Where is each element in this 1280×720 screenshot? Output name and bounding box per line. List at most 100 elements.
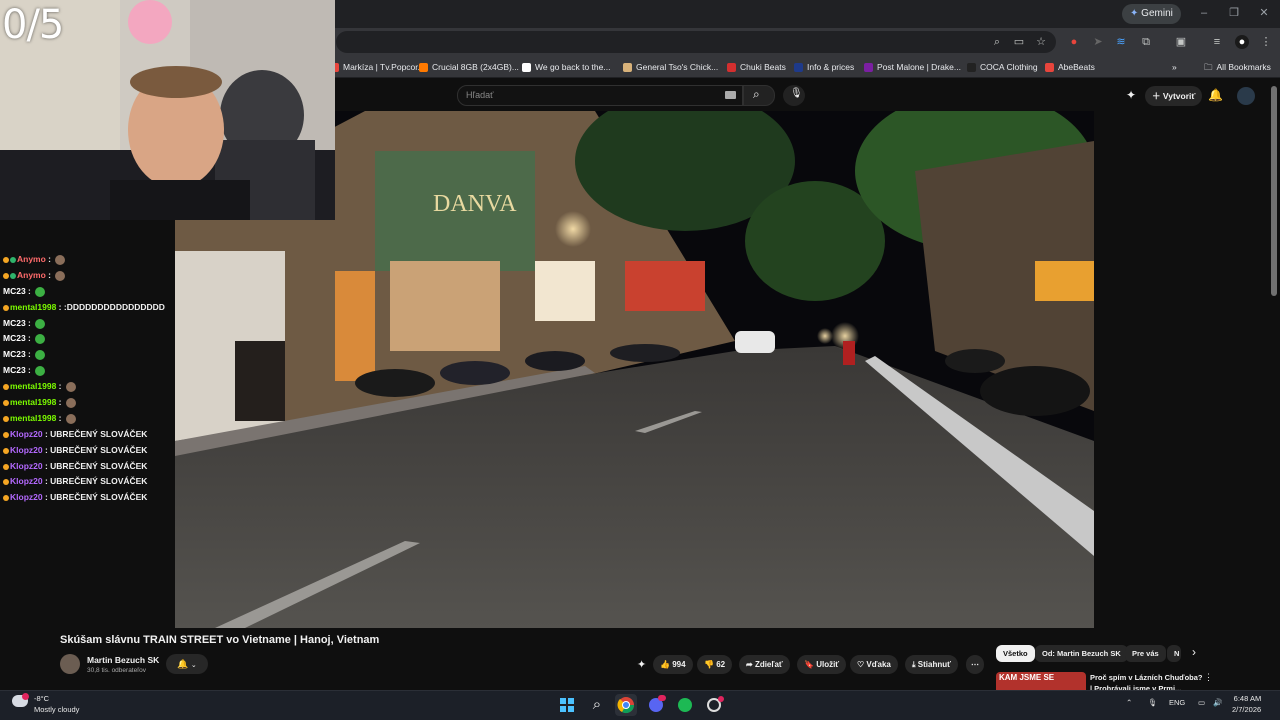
gemini-sparkle-icon[interactable]: ✦ [1126,88,1136,102]
taskbar-clock[interactable]: 6:48 AM 2/7/2026 [1232,693,1261,715]
zoom-icon[interactable]: ⌕ [990,35,1004,49]
bookmark-star-icon[interactable]: ☆ [1034,35,1048,49]
chat-username[interactable]: Klopz20 [10,490,43,506]
voice-search-button[interactable]: 🎙 [783,85,805,106]
download-button[interactable]: ⤓ Stiahnuť [905,655,958,674]
clock-date: 2/7/2026 [1232,705,1262,714]
chat-username[interactable]: MC23 [3,347,26,363]
menu-kebab-icon[interactable]: ⋮ [1259,35,1273,49]
chat-username[interactable]: Klopz20 [10,427,43,443]
sparkle-ask-icon[interactable]: ✦ [637,658,646,671]
profile-avatar-icon[interactable]: ● [1235,35,1249,49]
cast-icon[interactable]: ▭ [1012,35,1026,49]
chat-username[interactable]: Anymo [17,268,46,284]
minimize-icon[interactable]: – [1197,6,1211,20]
reading-list-icon[interactable]: ≡ [1210,35,1224,49]
chat-separator: : [56,301,64,312]
bookmark-item[interactable]: General Tso's Chick... [623,59,718,75]
bookmark-item[interactable]: Chuki Beats [727,59,786,75]
extension-red-icon[interactable]: ● [1067,35,1081,49]
chat-separator: : [45,254,54,264]
sidepanel-icon[interactable]: ▣ [1174,35,1188,49]
chat-username[interactable]: Klopz20 [10,459,43,475]
chat-username[interactable]: mental1998 [10,395,56,411]
bookmark-item[interactable]: Markíza | Tv.Popcor... [330,59,425,75]
address-bar[interactable] [336,31,1056,53]
channel-avatar[interactable] [60,654,80,674]
chat-text: UBREČENÝ SLOVÁČEK [50,476,148,487]
discord-taskbar-icon[interactable] [645,694,667,716]
chat-username[interactable]: mental1998 [10,411,56,427]
account-avatar[interactable] [1237,87,1255,105]
more-horizontal-icon: ⋯ [971,660,979,669]
bookmark-label: Info & prices [807,62,855,72]
chat-separator: : [45,269,54,280]
all-bookmarks-button[interactable]: 🗀 All Bookmarks [1204,59,1271,75]
bookmark-label: Markíza | Tv.Popcor... [343,62,425,72]
chip-from-channel[interactable]: Od: Martin Bezuch SK [1035,645,1128,662]
close-icon[interactable]: ✕ [1257,6,1271,20]
recommended-video-title[interactable]: Proč spím v Lázních Chuďoba? | Prohrával… [1090,672,1205,690]
challenge-counter: 0/5 [2,2,64,48]
bookmark-item[interactable]: We go back to the... [522,59,610,75]
chat-username[interactable]: Anymo [17,252,46,268]
recommended-more-icon[interactable]: ⋮ [1204,672,1213,683]
keyboard-icon[interactable] [725,91,736,99]
chip-all[interactable]: Všetko [996,645,1035,662]
create-button[interactable]: ＋ Vytvoriť [1145,86,1203,106]
extension-gray-icon[interactable]: ➤ [1091,35,1105,49]
chat-username[interactable]: mental1998 [10,379,56,395]
bookmark-item[interactable]: AbeBeats [1045,59,1095,75]
bookmark-item[interactable]: Post Malone | Drake... [864,59,961,75]
bookmark-item[interactable]: COCA Clothing [967,59,1038,75]
notifications-bell-icon[interactable]: 🔔 [1208,88,1223,102]
tray-overflow-icon[interactable]: ⌃ [1126,698,1132,707]
bookmark-item[interactable]: Crucial 8GB (2x4GB)... [419,59,519,75]
chat-username[interactable]: MC23 [3,331,26,347]
youtube-search-button[interactable]: ⌕ [743,85,775,106]
chips-next-chevron-icon[interactable]: › [1192,645,1196,659]
search-taskbar-icon[interactable]: ⌕ [586,694,608,716]
youtube-search-input[interactable]: Hľadať [457,85,743,106]
gemini-button[interactable]: ✦ Gemini [1122,4,1181,24]
page-scrollbar[interactable] [1271,86,1277,296]
language-indicator[interactable]: ENG [1169,698,1185,707]
chat-message: MC23 : [0,347,175,363]
weather-temp: -8°C [34,694,50,703]
extensions-puzzle-icon[interactable]: ⧉ [1139,35,1153,49]
all-bookmarks-label: All Bookmarks [1216,62,1271,72]
chat-message: Klopz20 : UBREČENÝ SLOVÁČEK [0,443,175,459]
extension-blue-icon[interactable]: ≋ [1114,35,1128,49]
dislike-button[interactable]: 👎 62 [697,655,733,674]
chat-username[interactable]: MC23 [3,284,26,300]
chat-username[interactable]: Klopz20 [10,443,43,459]
share-button[interactable]: ➦ Zdieľať [739,655,790,674]
chip-new[interactable]: N [1167,645,1181,662]
chat-emote-icon [35,334,46,345]
bookmark-item[interactable]: Info & prices [794,59,854,75]
like-button[interactable]: 👍 994 [653,655,693,674]
chat-badge-icon [3,463,9,470]
chrome-taskbar-icon[interactable] [615,694,637,716]
bookmark-overflow-icon[interactable]: » [1172,59,1177,75]
subscription-bell-button[interactable]: 🔔 ⌄ [166,654,208,674]
chat-username[interactable]: MC23 [3,363,26,379]
save-button[interactable]: 🔖 Uložiť [797,655,847,674]
spotify-taskbar-icon[interactable] [674,694,696,716]
mic-tray-icon[interactable]: 🎙 [1148,698,1158,707]
start-windows-icon[interactable] [556,694,578,716]
volume-icon[interactable]: 🔊 [1213,698,1222,707]
channel-name[interactable]: Martin Bezuch SK [87,655,159,665]
network-icon[interactable]: ▭ [1198,698,1205,707]
restore-icon[interactable]: ❐ [1227,6,1241,20]
app-taskbar-icon[interactable] [703,694,725,716]
thanks-button[interactable]: ♡ Vďaka [850,655,898,674]
chip-for-you[interactable]: Pre vás [1125,645,1166,662]
chat-separator: : [56,412,64,423]
recommended-video-thumbnail[interactable]: KAM JSME SE [996,672,1086,690]
chat-username[interactable]: mental1998 [10,300,56,316]
chat-username[interactable]: MC23 [3,316,26,332]
more-actions-button[interactable]: ⋯ [966,655,984,674]
chat-username[interactable]: Klopz20 [10,474,43,490]
chat-badge-icon [3,304,9,311]
